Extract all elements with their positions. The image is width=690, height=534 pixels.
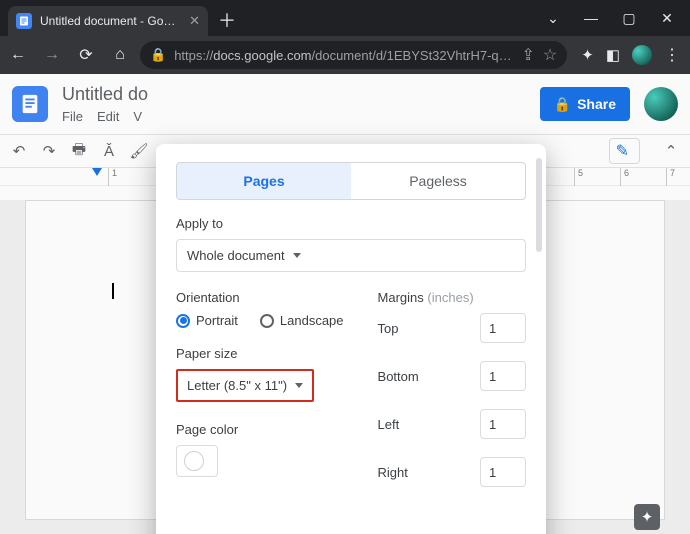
dialog-columns: Orientation Portrait Landscape Paper siz… <box>176 290 526 505</box>
url-path: /document/d/1EBYSt32VhtrH7-q… <box>312 48 512 63</box>
page-color-select[interactable] <box>176 445 218 477</box>
share-url-icon[interactable]: ⇪ <box>521 45 534 65</box>
tab-pages[interactable]: Pages <box>177 163 351 199</box>
dialog-left-column: Orientation Portrait Landscape Paper siz… <box>176 290 344 505</box>
minimize-icon[interactable]: ― <box>582 9 600 27</box>
margins-label: Margins (inches) <box>378 290 526 305</box>
browser-tab[interactable]: Untitled document - Google Do… ✕ <box>8 6 208 36</box>
tab-pageless[interactable]: Pageless <box>351 163 525 199</box>
window-controls: ⌄ ― ▢ ✕ <box>530 9 690 27</box>
reload-icon[interactable]: ⟳ <box>76 45 96 65</box>
dialog-tabs: Pages Pageless <box>176 162 526 200</box>
margin-top-label: Top <box>378 321 399 336</box>
margin-bottom-input[interactable] <box>480 361 526 391</box>
dialog-scrollbar[interactable] <box>536 158 542 252</box>
margin-bottom-label: Bottom <box>378 369 419 384</box>
margin-left-label: Left <box>378 417 400 432</box>
tab-title: Untitled document - Google Do… <box>40 14 181 28</box>
margin-right-input[interactable] <box>480 457 526 487</box>
dropdown-caret-icon <box>295 383 303 388</box>
titlebar: Untitled document - Google Do… ✕ ＋ ⌄ ― ▢… <box>0 0 690 36</box>
margin-bottom-row: Bottom <box>378 361 526 391</box>
margins-label-text: Margins <box>378 290 424 305</box>
margin-left-row: Left <box>378 409 526 439</box>
paper-size-value: Letter (8.5" x 11") <box>187 378 287 393</box>
margin-right-row: Right <box>378 457 526 487</box>
forward-icon[interactable]: → <box>42 45 62 65</box>
margin-left-input[interactable] <box>480 409 526 439</box>
url-scheme: https:// <box>174 48 213 63</box>
browser-right-icons: ✦ ◧ ⋮ <box>577 45 682 65</box>
url-text: https://docs.google.com/document/d/1EBYS… <box>174 48 511 63</box>
home-icon[interactable]: ⌂ <box>110 45 130 65</box>
page-setup-dialog: Pages Pageless Apply to Whole document O… <box>156 144 546 534</box>
nav-controls: ← → ⟳ ⌂ <box>8 45 130 65</box>
tab-strip: Untitled document - Google Do… ✕ ＋ <box>0 0 240 36</box>
dropdown-caret-icon <box>293 253 301 258</box>
radio-icon <box>176 314 190 328</box>
address-bar: ← → ⟳ ⌂ 🔒 https://docs.google.com/docume… <box>0 36 690 74</box>
side-panel-icon[interactable]: ◧ <box>606 46 620 64</box>
lock-icon: 🔒 <box>150 47 166 63</box>
close-icon[interactable]: ✕ <box>658 9 676 27</box>
browser-menu-icon[interactable]: ⋮ <box>664 45 680 65</box>
paper-size-label: Paper size <box>176 346 344 361</box>
tab-close-icon[interactable]: ✕ <box>189 13 200 29</box>
docs-app: Untitled do File Edit V 🔒 Share ↶ ↷ 🖶 Ǎ … <box>0 74 690 534</box>
margin-right-label: Right <box>378 465 408 480</box>
page-color-label: Page color <box>176 422 344 437</box>
chevron-down-icon[interactable]: ⌄ <box>544 9 562 27</box>
radio-portrait-label: Portrait <box>196 313 238 328</box>
browser-chrome: Untitled document - Google Do… ✕ ＋ ⌄ ― ▢… <box>0 0 690 74</box>
orientation-label: Orientation <box>176 290 344 305</box>
radio-landscape-label: Landscape <box>280 313 344 328</box>
paper-size-select[interactable]: Letter (8.5" x 11") <box>176 369 314 402</box>
margin-top-row: Top <box>378 313 526 343</box>
apply-to-value: Whole document <box>187 248 285 263</box>
radio-landscape[interactable]: Landscape <box>260 313 344 328</box>
url-host: docs.google.com <box>213 48 311 63</box>
maximize-icon[interactable]: ▢ <box>620 9 638 27</box>
browser-profile-avatar[interactable] <box>632 45 652 65</box>
radio-portrait[interactable]: Portrait <box>176 313 238 328</box>
orientation-row: Portrait Landscape <box>176 313 344 328</box>
docs-favicon-icon <box>16 13 32 29</box>
margins-unit: (inches) <box>427 290 473 305</box>
extensions-icon[interactable]: ✦ <box>581 46 594 64</box>
margin-top-input[interactable] <box>480 313 526 343</box>
color-swatch-icon <box>184 451 204 471</box>
apply-to-select[interactable]: Whole document <box>176 239 526 272</box>
star-icon[interactable]: ☆ <box>543 45 557 65</box>
radio-icon <box>260 314 274 328</box>
dialog-right-column: Margins (inches) Top Bottom Left Right <box>378 290 526 505</box>
omnibox[interactable]: 🔒 https://docs.google.com/document/d/1EB… <box>140 41 567 69</box>
back-icon[interactable]: ← <box>8 45 28 65</box>
new-tab-button[interactable]: ＋ <box>214 7 240 33</box>
apply-to-label: Apply to <box>176 216 526 231</box>
